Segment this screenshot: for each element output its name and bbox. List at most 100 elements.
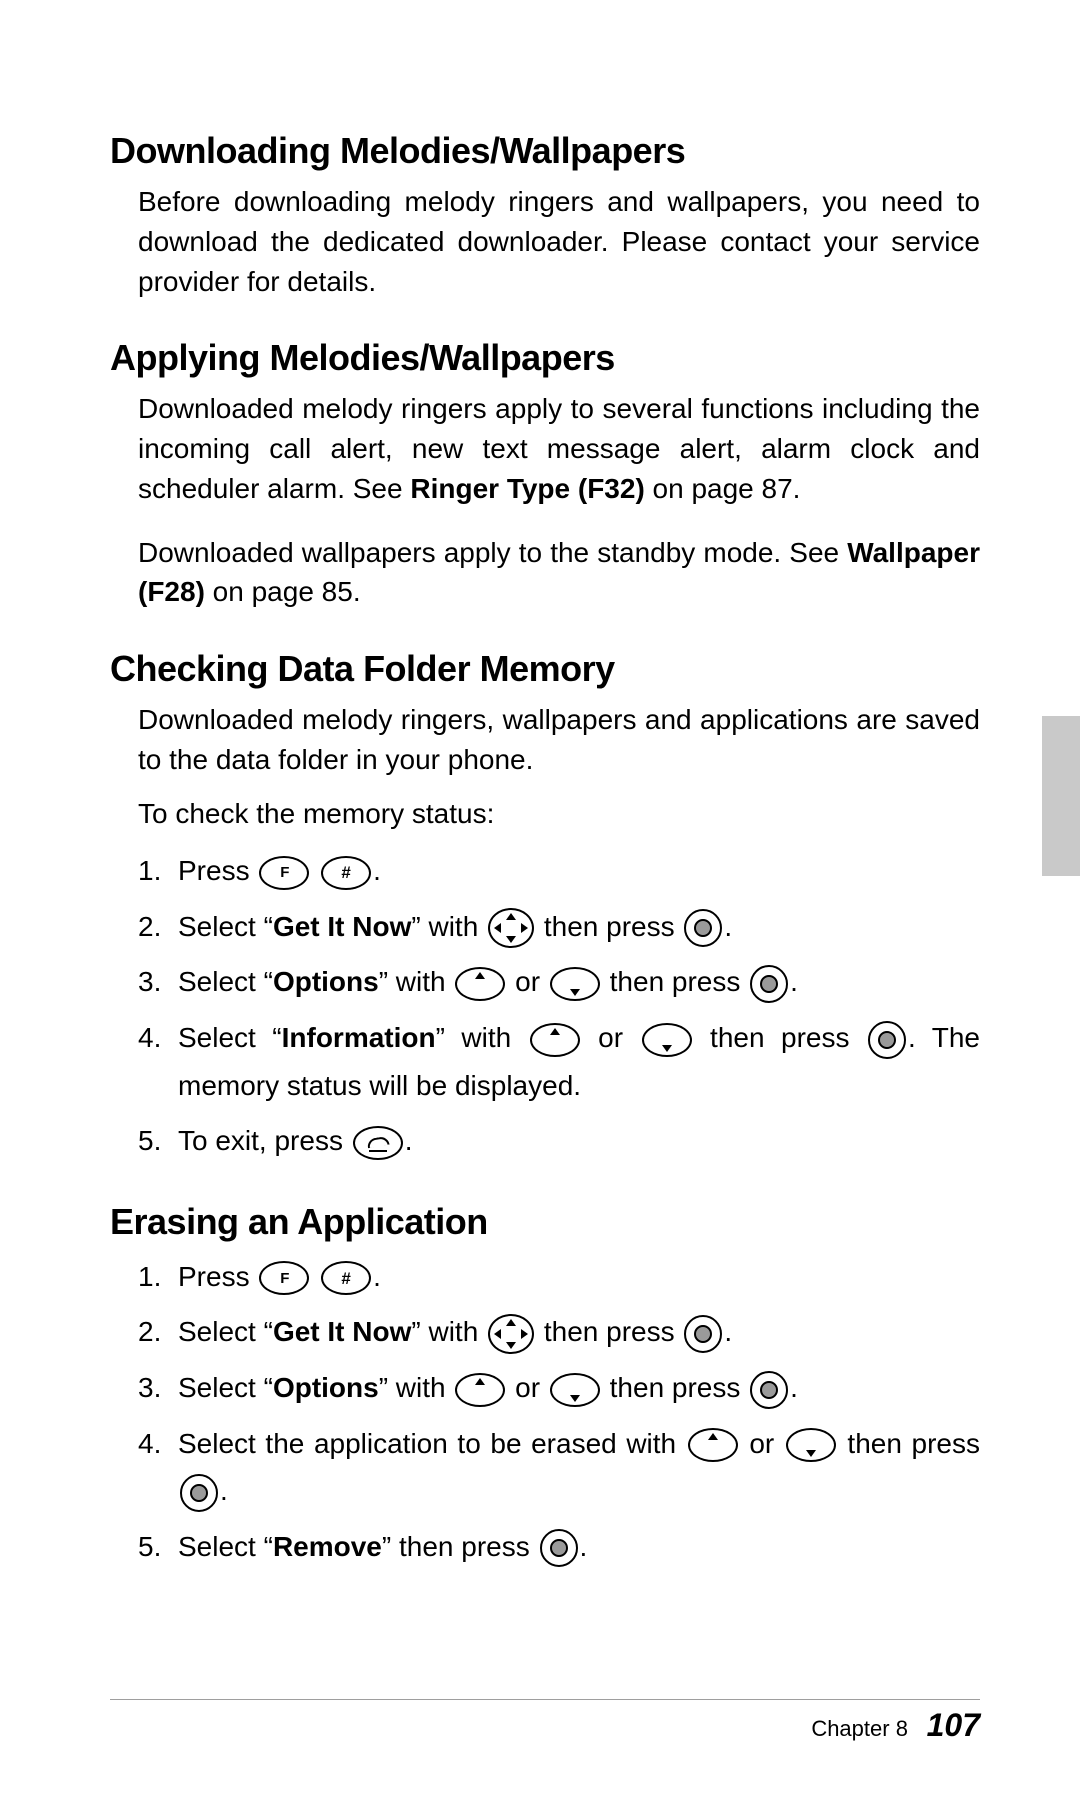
text: ” with <box>411 1316 486 1347</box>
select-key-icon <box>180 1474 218 1512</box>
step-num: 5. <box>138 1117 178 1165</box>
para-downloading-1: Before downloading melody ringers and wa… <box>138 182 980 301</box>
thumb-tab <box>1042 716 1080 876</box>
text: Select “ <box>178 966 273 997</box>
text: on page 87. <box>645 473 801 504</box>
nav-4way-icon <box>488 908 534 948</box>
text: or <box>507 1372 547 1403</box>
hash-key-icon: # <box>321 1261 371 1295</box>
step-2: 2.Select “Get It Now” with then press . <box>138 903 980 951</box>
nav-down-icon <box>550 967 600 1001</box>
menu-options: Options <box>273 1372 379 1403</box>
key-label: # <box>323 1263 369 1293</box>
step-num: 5. <box>138 1523 178 1571</box>
para-applying-1: Downloaded melody ringers apply to sever… <box>138 389 980 508</box>
step-num: 4. <box>138 1014 178 1062</box>
nav-up-icon <box>455 1373 505 1407</box>
f-key-icon: F <box>259 856 309 890</box>
page-footer: Chapter 8 107 <box>811 1707 980 1744</box>
step-num: 1. <box>138 1253 178 1301</box>
text: . <box>724 911 732 942</box>
step-4: 4.Select “Information” with or then pres… <box>138 1014 980 1109</box>
page-content: Downloading Melodies/Wallpapers Before d… <box>110 130 980 1606</box>
para-applying-2: Downloaded wallpapers apply to the stand… <box>138 533 980 613</box>
text: Select “ <box>178 1022 282 1053</box>
step-num: 2. <box>138 1308 178 1356</box>
hash-key-icon: # <box>321 856 371 890</box>
step-1: 1.Press F #. <box>138 847 980 895</box>
f-key-icon: F <box>259 1261 309 1295</box>
para-mem-1: Downloaded melody ringers, wallpapers an… <box>138 700 980 780</box>
step-num: 3. <box>138 958 178 1006</box>
step-1: 1.Press F #. <box>138 1253 980 1301</box>
text: . <box>790 1372 798 1403</box>
text: ” with <box>411 911 486 942</box>
step-2: 2.Select “Get It Now” with then press . <box>138 1308 980 1356</box>
ref-ringer-type: Ringer Type (F32) <box>410 473 644 504</box>
menu-remove: Remove <box>273 1531 382 1562</box>
section-applying: Applying Melodies/Wallpapers Downloaded … <box>110 337 980 612</box>
section-downloading: Downloading Melodies/Wallpapers Before d… <box>110 130 980 301</box>
text: Select “ <box>178 1316 273 1347</box>
text: ” with <box>436 1022 528 1053</box>
step-4: 4.Select the application to be erased wi… <box>138 1420 980 1515</box>
end-key-icon <box>353 1126 403 1160</box>
heading-applying: Applying Melodies/Wallpapers <box>110 337 980 379</box>
step-3: 3.Select “Options” with or then press . <box>138 1364 980 1412</box>
step-3: 3.Select “Options” with or then press . <box>138 958 980 1006</box>
step-num: 3. <box>138 1364 178 1412</box>
para-mem-2: To check the memory status: <box>138 794 980 834</box>
text: then press <box>536 1316 682 1347</box>
text: . <box>373 855 381 886</box>
text: or <box>582 1022 640 1053</box>
text: ” with <box>379 1372 454 1403</box>
text: then press <box>602 966 748 997</box>
section-checking-memory: Checking Data Folder Memory Downloaded m… <box>110 648 980 1165</box>
text: Downloaded wallpapers apply to the stand… <box>138 537 847 568</box>
text: . <box>724 1316 732 1347</box>
nav-up-icon <box>455 967 505 1001</box>
nav-down-icon <box>642 1023 692 1057</box>
steps-erasing: 1.Press F #. 2.Select “Get It Now” with … <box>138 1253 980 1571</box>
text: then press <box>694 1022 866 1053</box>
page-number: 107 <box>927 1707 980 1743</box>
section-erasing: Erasing an Application 1.Press F #. 2.Se… <box>110 1201 980 1571</box>
key-label: # <box>323 858 369 888</box>
text: ” with <box>379 966 454 997</box>
footer-rule <box>110 1699 980 1700</box>
heading-erasing: Erasing an Application <box>110 1201 980 1243</box>
key-label: F <box>261 1263 307 1293</box>
text: Select “ <box>178 911 273 942</box>
text: To exit, press <box>178 1125 351 1156</box>
text: then press <box>838 1428 980 1459</box>
nav-down-icon <box>786 1428 836 1462</box>
select-key-icon <box>684 909 722 947</box>
step-num: 4. <box>138 1420 178 1468</box>
nav-up-icon <box>530 1023 580 1057</box>
text: or <box>740 1428 784 1459</box>
text: . <box>790 966 798 997</box>
menu-get-it-now: Get It Now <box>273 1316 411 1347</box>
step-num: 1. <box>138 847 178 895</box>
nav-up-icon <box>688 1428 738 1462</box>
select-key-icon <box>684 1315 722 1353</box>
text: ” then press <box>382 1531 538 1562</box>
step-num: 2. <box>138 903 178 951</box>
menu-get-it-now: Get It Now <box>273 911 411 942</box>
nav-4way-icon <box>488 1314 534 1354</box>
heading-downloading: Downloading Melodies/Wallpapers <box>110 130 980 172</box>
select-key-icon <box>540 1529 578 1567</box>
chapter-label: Chapter 8 <box>811 1716 908 1741</box>
text: Select the application to be erased with <box>178 1428 686 1459</box>
select-key-icon <box>750 965 788 1003</box>
menu-information: Information <box>282 1022 436 1053</box>
select-key-icon <box>750 1371 788 1409</box>
text: on page 85. <box>205 576 361 607</box>
text: or <box>507 966 547 997</box>
text: then press <box>536 911 682 942</box>
step-5: 5.To exit, press . <box>138 1117 980 1165</box>
text: Select “ <box>178 1531 273 1562</box>
step-5: 5.Select “Remove” then press . <box>138 1523 980 1571</box>
text: then press <box>602 1372 748 1403</box>
menu-options: Options <box>273 966 379 997</box>
